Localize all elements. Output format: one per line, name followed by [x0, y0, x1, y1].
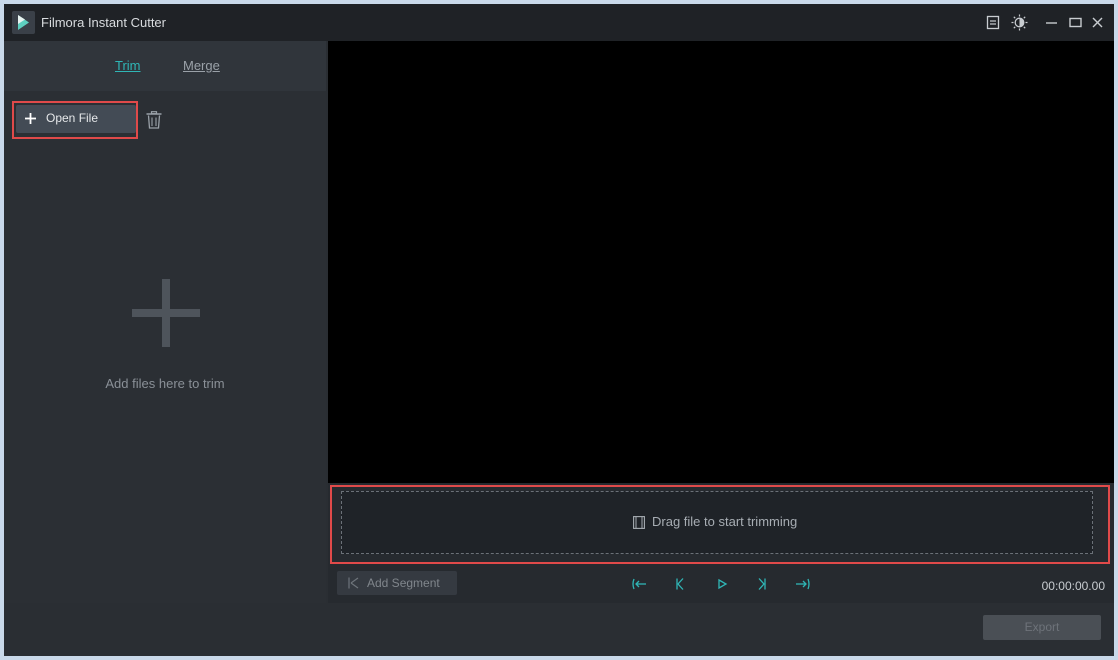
go-to-start-icon[interactable]: [631, 578, 647, 590]
drop-zone[interactable]: Drag file to start trimming: [341, 491, 1093, 554]
delete-button[interactable]: [146, 111, 162, 129]
tab-merge[interactable]: Merge: [183, 58, 220, 73]
open-file-label: Open File: [46, 111, 99, 125]
menu-button[interactable]: [985, 14, 1002, 31]
open-file-button[interactable]: Open File: [16, 105, 136, 133]
mode-tabs: Trim Merge: [4, 41, 326, 91]
video-preview: [328, 41, 1114, 483]
filmora-logo-icon: [12, 11, 35, 34]
add-segment-label: Add Segment: [367, 576, 440, 590]
minimize-button[interactable]: [1043, 14, 1060, 31]
timeline-panel: Drag file to start trimming Add Segment: [328, 483, 1114, 603]
tab-trim[interactable]: Trim: [115, 58, 141, 73]
minimize-icon: [1046, 22, 1057, 24]
app-title: Filmora Instant Cutter: [41, 15, 166, 30]
timecode-display: 00:00:00.00: [1041, 579, 1105, 593]
maximize-button[interactable]: [1067, 14, 1084, 31]
app-window: Filmora Instant Cutter Trim Merge Open F…: [4, 4, 1114, 656]
file-list-panel: Trim Merge Open File Add files here to t…: [4, 41, 326, 603]
add-files-plus-icon[interactable]: [132, 279, 200, 347]
close-icon: [1092, 17, 1103, 28]
footer-bar: Export: [4, 603, 1114, 656]
film-icon: [633, 516, 645, 529]
export-button[interactable]: Export: [983, 615, 1101, 640]
menu-icon: [986, 15, 1000, 30]
scissors-icon: [348, 577, 359, 589]
play-icon[interactable]: [714, 578, 730, 590]
drop-zone-text: Drag file to start trimming: [652, 514, 798, 529]
empty-state-message: Add files here to trim: [105, 376, 225, 391]
trash-icon: [146, 111, 162, 129]
next-frame-icon[interactable]: [754, 578, 770, 590]
add-segment-button[interactable]: Add Segment: [337, 571, 457, 595]
go-to-end-icon[interactable]: [795, 578, 811, 590]
maximize-icon: [1069, 17, 1082, 28]
theme-toggle-icon: [1011, 14, 1028, 31]
theme-toggle-button[interactable]: [1011, 14, 1028, 31]
close-button[interactable]: [1089, 14, 1106, 31]
plus-icon: [25, 113, 36, 124]
title-bar: Filmora Instant Cutter: [4, 4, 1114, 41]
previous-frame-icon[interactable]: [673, 578, 689, 590]
